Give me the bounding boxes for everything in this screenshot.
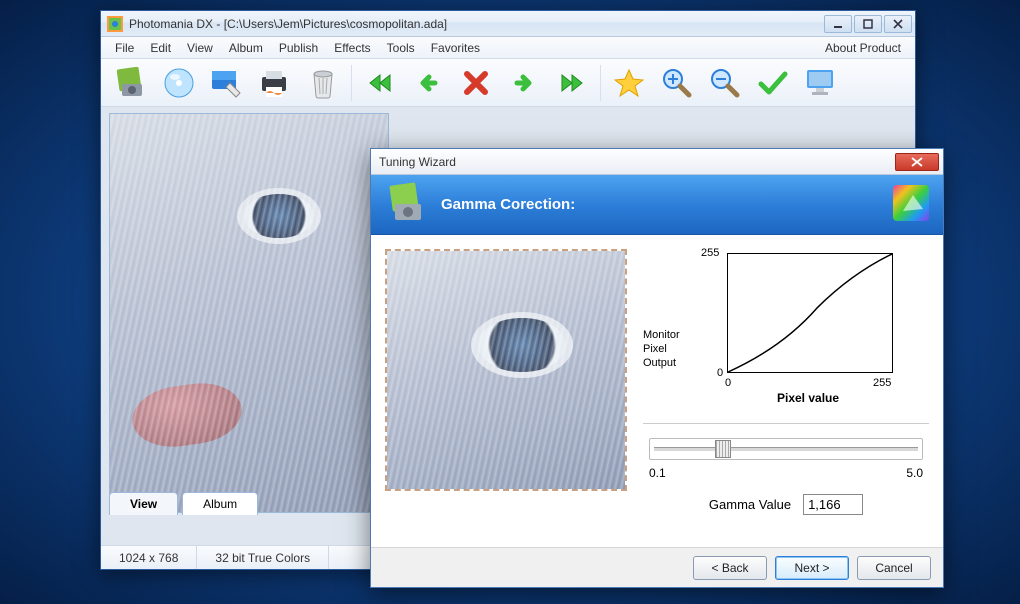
menubar: File Edit View Album Publish Effects Too… bbox=[101, 37, 915, 59]
dialog-header: Gamma Corection: bbox=[371, 175, 943, 235]
menu-album[interactable]: Album bbox=[221, 39, 271, 57]
toolbar-separator bbox=[600, 65, 601, 101]
desktop-icon[interactable] bbox=[799, 63, 843, 103]
dialog-heading: Gamma Corection: bbox=[441, 196, 575, 213]
tab-view[interactable]: View bbox=[109, 492, 178, 515]
first-icon[interactable] bbox=[358, 63, 402, 103]
menu-publish[interactable]: Publish bbox=[271, 39, 326, 57]
prev-icon[interactable] bbox=[406, 63, 450, 103]
slider-min-label: 0.1 bbox=[649, 466, 666, 480]
browse-icon[interactable] bbox=[205, 63, 249, 103]
gamma-slider[interactable] bbox=[649, 438, 923, 460]
slider-thumb[interactable] bbox=[715, 440, 731, 458]
x-axis-label: Pixel value bbox=[777, 391, 839, 405]
y-tick-max: 255 bbox=[701, 247, 719, 259]
last-icon[interactable] bbox=[550, 63, 594, 103]
dialog-body: Monitor Pixel Output 255 0 0 255 Pixel v… bbox=[371, 235, 943, 547]
status-colordepth: 32 bit True Colors bbox=[197, 546, 329, 569]
dialog-footer: < Back Next > Cancel bbox=[371, 547, 943, 587]
menu-effects[interactable]: Effects bbox=[326, 39, 378, 57]
back-button[interactable]: < Back bbox=[693, 556, 767, 580]
minimize-button[interactable] bbox=[824, 15, 852, 33]
toolbar-separator bbox=[351, 65, 352, 101]
gamma-chart: Monitor Pixel Output 255 0 0 255 Pixel v… bbox=[643, 249, 929, 419]
menu-file[interactable]: File bbox=[107, 39, 142, 57]
menu-view[interactable]: View bbox=[179, 39, 221, 57]
trash-icon[interactable] bbox=[301, 63, 345, 103]
dialog-titlebar[interactable]: Tuning Wizard bbox=[371, 149, 943, 175]
titlebar[interactable]: Photomania DX - [C:\Users\Jem\Pictures\c… bbox=[101, 11, 915, 37]
gamma-value-input[interactable] bbox=[803, 494, 863, 515]
menu-edit[interactable]: Edit bbox=[142, 39, 179, 57]
menu-tools[interactable]: Tools bbox=[379, 39, 423, 57]
zoom-out-icon[interactable] bbox=[703, 63, 747, 103]
print-icon[interactable] bbox=[253, 63, 297, 103]
preview-image bbox=[385, 249, 627, 491]
y-axis-label: Monitor Pixel Output bbox=[643, 249, 697, 419]
app-icon bbox=[107, 16, 123, 32]
star-icon[interactable] bbox=[607, 63, 651, 103]
apply-icon[interactable] bbox=[751, 63, 795, 103]
gamma-value-label: Gamma Value bbox=[709, 497, 791, 512]
main-image bbox=[109, 113, 389, 513]
tuning-wizard-dialog: Tuning Wizard Gamma Corection: Monitor P… bbox=[370, 148, 944, 588]
photo-icon[interactable] bbox=[109, 63, 153, 103]
camera-icon bbox=[385, 182, 429, 228]
dialog-close-button[interactable] bbox=[895, 153, 939, 171]
window-title: Photomania DX - [C:\Users\Jem\Pictures\c… bbox=[129, 17, 447, 31]
maximize-button[interactable] bbox=[854, 15, 882, 33]
x-tick-max: 255 bbox=[873, 377, 891, 389]
rainbow-logo-icon bbox=[893, 185, 929, 225]
menu-favorites[interactable]: Favorites bbox=[423, 39, 488, 57]
menu-about[interactable]: About Product bbox=[817, 39, 909, 57]
close-button[interactable] bbox=[884, 15, 912, 33]
dialog-title: Tuning Wizard bbox=[379, 155, 456, 169]
tab-album[interactable]: Album bbox=[182, 492, 258, 515]
status-dimensions: 1024 x 768 bbox=[101, 546, 197, 569]
slider-max-label: 5.0 bbox=[906, 466, 923, 480]
next-button[interactable]: Next > bbox=[775, 556, 849, 580]
x-tick-min: 0 bbox=[725, 377, 731, 389]
divider bbox=[643, 423, 929, 424]
disc-icon[interactable] bbox=[157, 63, 201, 103]
next-icon[interactable] bbox=[502, 63, 546, 103]
y-tick-min: 0 bbox=[717, 367, 723, 379]
view-tabs: View Album bbox=[109, 492, 262, 515]
zoom-in-icon[interactable] bbox=[655, 63, 699, 103]
cancel-button[interactable]: Cancel bbox=[857, 556, 931, 580]
toolbar bbox=[101, 59, 915, 107]
delete-icon[interactable] bbox=[454, 63, 498, 103]
